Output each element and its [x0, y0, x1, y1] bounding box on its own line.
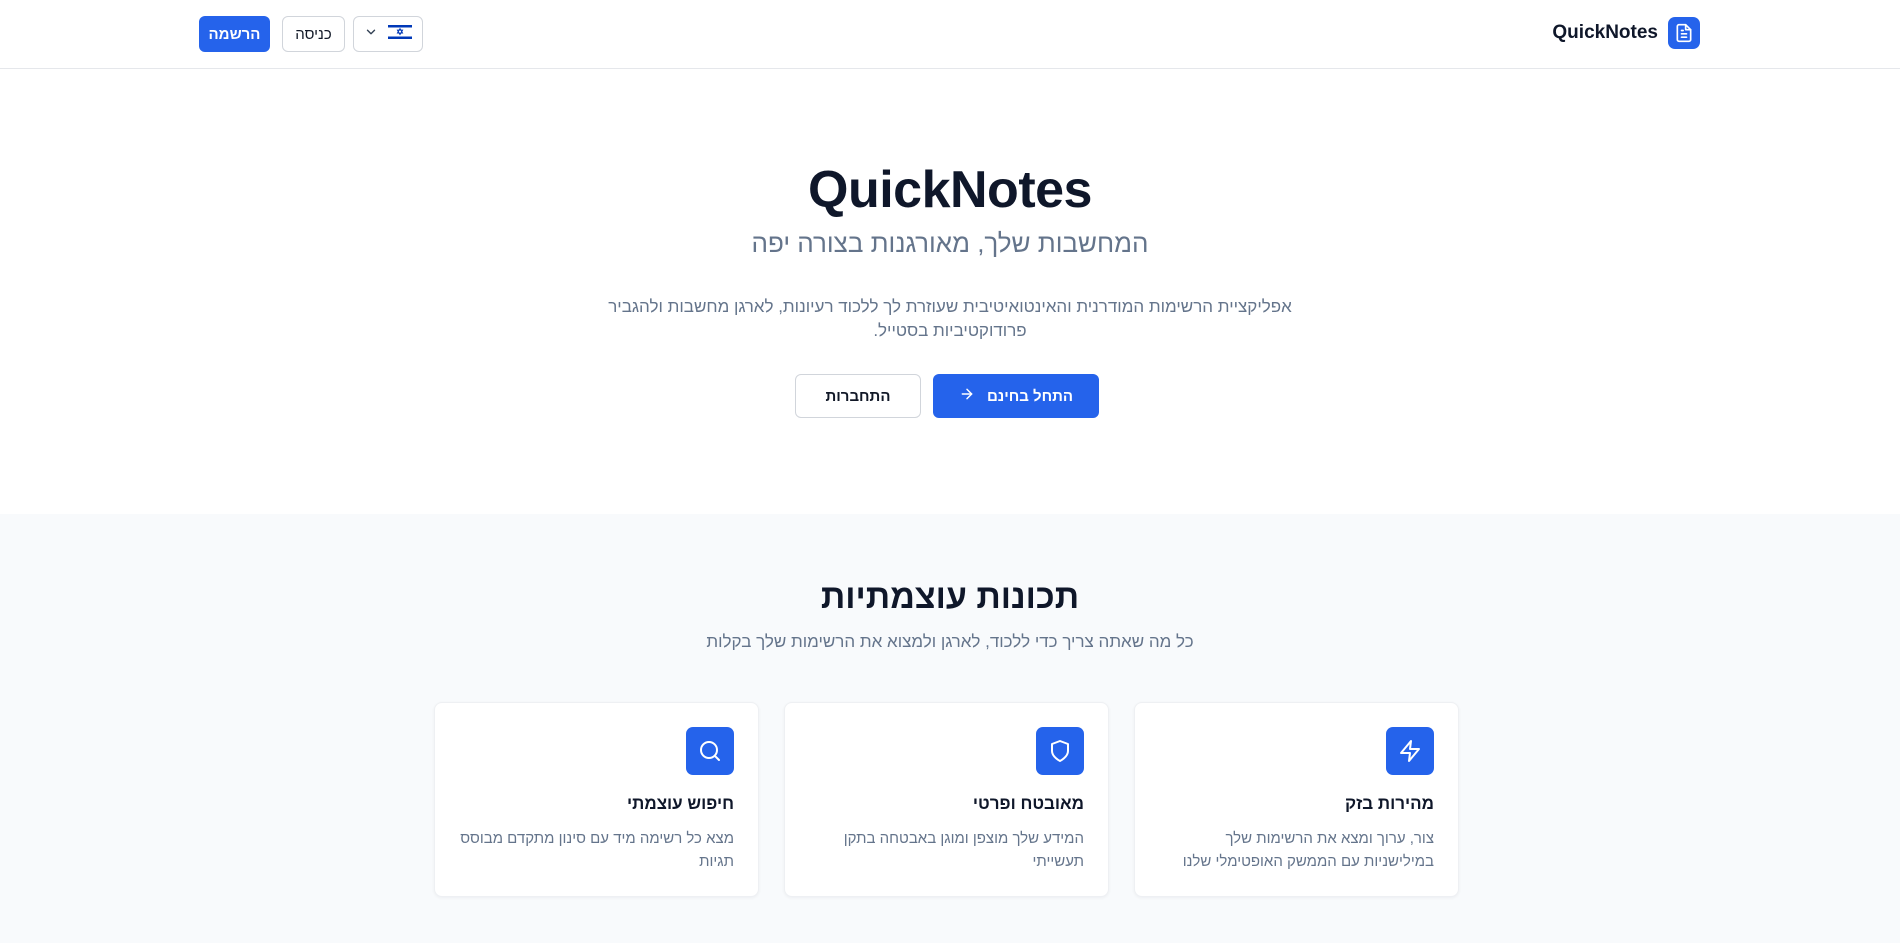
top-header: QuickNotes כניסה הרשמה: [0, 0, 1900, 69]
israel-flag-icon: [388, 23, 412, 45]
search-icon: [686, 727, 734, 775]
hero-subtitle: המחשבות שלך, מאורגנות בצורה יפה: [751, 228, 1149, 258]
brand-logo[interactable]: QuickNotes: [1552, 17, 1700, 49]
feature-title: מהירות בזק: [1344, 794, 1434, 813]
features-subtitle: כל מה שאתה צריך כדי ללכוד, לארגן ולמצוא …: [706, 632, 1194, 651]
signup-button[interactable]: הרשמה: [199, 16, 270, 52]
feature-description: המידע שלך מוצפן ומוגן באבטחה בתקן תעשיית…: [843, 830, 1084, 870]
feature-description: צור, ערוך ומצא את הרשימות שלך במילישניות…: [1182, 830, 1434, 870]
brand-name: QuickNotes: [1552, 22, 1658, 43]
hero-title: QuickNotes: [808, 161, 1092, 219]
hero-description: אפליקציית הרשימות המודרנית והאינטואיטיבי…: [608, 297, 1292, 340]
language-selector[interactable]: [353, 16, 423, 52]
start-free-button[interactable]: התחל בחינם: [933, 374, 1099, 418]
features-title: תכונות עוצמתיות: [820, 578, 1080, 616]
feature-card-search: חיפוש עוצמתי מצא כל רשימה מיד עם סינון מ…: [434, 702, 759, 897]
cta-label: התחל בחינם: [986, 387, 1074, 405]
document-icon: [1668, 17, 1700, 49]
login-button[interactable]: כניסה: [282, 16, 345, 52]
feature-title: מאובטח ופרטי: [972, 794, 1084, 813]
lightning-icon: [1386, 727, 1434, 775]
feature-card-security: מאובטח ופרטי המידע שלך מוצפן ומוגן באבטח…: [784, 702, 1109, 897]
feature-title: חיפוש עוצמתי: [627, 794, 734, 813]
shield-icon: [1036, 727, 1084, 775]
feature-card-speed: מהירות בזק צור, ערוך ומצא את הרשימות שלך…: [1134, 702, 1459, 897]
arrow-right-icon: [959, 386, 975, 406]
feature-description: מצא כל רשימה מיד עם סינון מתקדם מבוסס תג…: [460, 830, 734, 870]
features-section: תכונות עוצמתיות כל מה שאתה צריך כדי ללכו…: [0, 514, 1900, 943]
sign-in-button[interactable]: התחברות: [795, 374, 921, 418]
chevron-down-icon: [364, 25, 378, 43]
